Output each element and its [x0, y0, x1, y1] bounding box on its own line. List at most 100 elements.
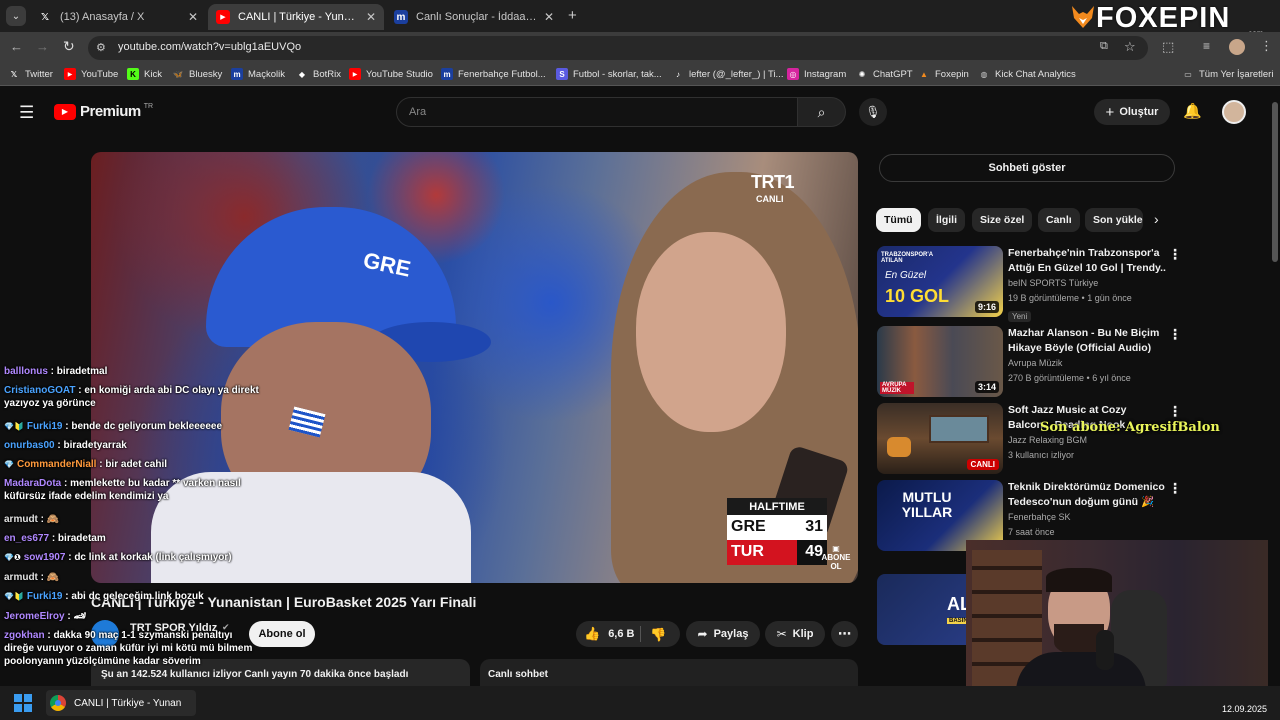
- mackolik-icon: m: [441, 68, 453, 80]
- youtube-logo[interactable]: ▶ Premium TR: [54, 103, 153, 120]
- page-scrollbar[interactable]: [1270, 92, 1280, 686]
- share-button[interactable]: ➦ Paylaş: [686, 621, 760, 647]
- live-chat-panel-header[interactable]: Canlı sohbet: [480, 659, 858, 689]
- bookmark-youtube-studio[interactable]: ▶ YouTube Studio: [349, 68, 433, 80]
- rec-menu-icon[interactable]: ⋮: [1168, 326, 1182, 343]
- rec-thumbnail[interactable]: TRABZONSPOR'A ATILAN En Güzel 10 GOL 9:1…: [877, 246, 1003, 317]
- media-control-icon[interactable]: ≡: [1203, 39, 1210, 53]
- bookmark-futbol-skorlar[interactable]: S Futbol - skorlar, tak...: [556, 68, 662, 80]
- browser-menu-icon[interactable]: ⋮: [1260, 38, 1273, 54]
- scoreboard-status: HALFTIME: [727, 498, 827, 515]
- profile-avatar[interactable]: [1229, 39, 1245, 55]
- chat-username[interactable]: onurbas00: [4, 440, 55, 451]
- bookmark-star-icon[interactable]: ☆: [1124, 39, 1136, 55]
- subscribe-overlay[interactable]: ▣ ABONE OL: [818, 544, 854, 571]
- chip-all[interactable]: Tümü: [876, 208, 921, 232]
- x-icon: 𝕏: [40, 11, 50, 23]
- site-info-icon[interactable]: ⚙: [96, 41, 106, 54]
- like-count: 6,6 B: [608, 628, 635, 640]
- chip-for-you[interactable]: Size özel: [972, 208, 1033, 232]
- rec-title-line-1: Fenerbahçe'nin Trabzonspor'a: [1008, 247, 1160, 259]
- chat-username[interactable]: CommanderNiall: [17, 459, 96, 470]
- chat-username[interactable]: armudt: [4, 514, 38, 525]
- search-button[interactable]: ⌕: [798, 97, 846, 127]
- chat-username[interactable]: Furki19: [27, 421, 63, 432]
- install-icon[interactable]: ⧉: [1100, 40, 1108, 53]
- chip-live[interactable]: Canlı: [1038, 208, 1080, 232]
- trt1-logo: TRT1: [751, 172, 795, 192]
- rec-menu-icon[interactable]: ⋮: [1168, 246, 1182, 263]
- like-button[interactable]: 👍 6,6 B: [584, 626, 634, 642]
- chatgpt-icon: ✺: [858, 69, 866, 79]
- chat-username[interactable]: zgokhan: [4, 630, 45, 641]
- bookmark-instagram[interactable]: ◎ Instagram: [787, 68, 846, 80]
- rec-menu-icon[interactable]: ⋮: [1168, 403, 1182, 420]
- chat-username[interactable]: armudt: [4, 572, 38, 583]
- taskbar-chrome-window[interactable]: CANLI | Türkiye - Yunan: [46, 690, 196, 716]
- bookmark-botrix[interactable]: ◆ BotRix: [296, 68, 341, 80]
- bookmark-kick-chat-analytics[interactable]: ◍ Kick Chat Analytics: [978, 68, 1076, 80]
- close-icon[interactable]: ✕: [188, 10, 198, 24]
- reload-icon[interactable]: ↻: [63, 38, 75, 55]
- chat-username[interactable]: CristianoGOAT: [4, 385, 75, 396]
- chat-username[interactable]: sow1907: [24, 552, 66, 563]
- rec-thumbnail[interactable]: CANLI: [877, 403, 1003, 474]
- team-a-row: GRE 31: [727, 515, 827, 540]
- back-icon[interactable]: ←: [10, 39, 23, 54]
- chips-next-icon[interactable]: ›: [1154, 211, 1159, 227]
- chip-recently-uploaded[interactable]: Son yükle: [1085, 208, 1143, 232]
- tab-youtube-live[interactable]: ▶ CANLI | Türkiye - Yunanistan | E ✕: [208, 4, 384, 30]
- chat-username[interactable]: JeromeElroy: [4, 611, 65, 622]
- scoreboard: HALFTIME GRE 31 TUR 49: [727, 498, 827, 566]
- chat-username[interactable]: en_es677: [4, 533, 49, 544]
- tab-twitter[interactable]: 𝕏 (13) Anasayfa / X ✕: [30, 4, 206, 30]
- chat-username[interactable]: Furki19: [27, 591, 63, 602]
- clip-button[interactable]: ✂ Klip: [765, 621, 825, 647]
- streamer-webcam: [966, 540, 1268, 686]
- chat-text: : 🏎: [64, 611, 87, 622]
- live-chat-title: Canlı sohbet: [488, 669, 549, 680]
- rec-info[interactable]: Teknik Direktörümüz Domenico Tedesco'nun…: [1008, 480, 1166, 540]
- chat-username[interactable]: MadaraDota: [4, 478, 61, 489]
- bookmark-twitter[interactable]: 𝕏 Twitter: [8, 68, 53, 80]
- show-chat-button[interactable]: Sohbeti göster: [879, 154, 1175, 182]
- new-tab-button[interactable]: +: [568, 7, 577, 24]
- forward-icon[interactable]: →: [36, 39, 49, 54]
- bookmark-tiktok-lefter[interactable]: ♪ lefter (@_lefter_) | Ti...: [672, 68, 783, 80]
- address-bar[interactable]: ⚙ youtube.com/watch?v=ublg1aEUVQo ⧉ ☆: [88, 36, 1148, 60]
- menu-icon[interactable]: ☰: [19, 103, 34, 123]
- chip-related[interactable]: İlgili: [928, 208, 965, 232]
- bookmark-chatgpt[interactable]: ✺ ChatGPT: [856, 68, 913, 80]
- bookmark-foxepin[interactable]: ▲ Foxepin: [918, 68, 969, 80]
- notifications-bell-icon[interactable]: 🔔: [1183, 102, 1202, 120]
- scrollbar-thumb[interactable]: [1272, 102, 1278, 262]
- close-icon[interactable]: ✕: [366, 10, 376, 24]
- chat-message: zgokhan : dakka 90 maç 1-1 szymanski pen…: [4, 629, 264, 668]
- rec-menu-icon[interactable]: ⋮: [1168, 480, 1182, 497]
- windows-start-icon[interactable]: [14, 694, 32, 712]
- search-input[interactable]: Ara: [396, 97, 798, 127]
- tab-search-button[interactable]: ⌄: [6, 6, 26, 26]
- bookmark-kick[interactable]: K Kick: [127, 68, 162, 80]
- chat-username[interactable]: balllonus: [4, 366, 48, 377]
- chat-message: armudt : 🙈: [4, 571, 264, 584]
- rec-info[interactable]: Fenerbahçe'nin Trabzonspor'a Attığı En G…: [1008, 246, 1166, 324]
- more-actions-button[interactable]: ⋯: [831, 621, 858, 647]
- tab-canli-sonuclar[interactable]: m Canlı Sonuçlar - İddaa Sonuçlar ✕: [386, 4, 562, 30]
- bookmark-youtube[interactable]: ▶ YouTube: [64, 68, 118, 80]
- bookmark-mackolik[interactable]: m Maçkolik: [231, 68, 285, 80]
- create-button[interactable]: + Oluştur: [1094, 99, 1170, 125]
- bookmark-fenerbahce-futbol[interactable]: m Fenerbahçe Futbol...: [441, 68, 546, 80]
- bookmark-bluesky[interactable]: 🦋 Bluesky: [172, 68, 222, 80]
- rec-title-line-1: Soft Jazz Music at Cozy: [1008, 404, 1127, 416]
- rec-thumbnail[interactable]: AVRUPA MÜZİK 3:14: [877, 326, 1003, 397]
- voice-search-button[interactable]: 🎙: [859, 98, 887, 126]
- extensions-icon[interactable]: ⬚: [1162, 39, 1174, 55]
- close-icon[interactable]: ✕: [544, 10, 554, 24]
- flashscore-icon: S: [556, 68, 568, 80]
- dislike-button[interactable]: 👎: [650, 626, 666, 644]
- all-bookmarks-folder[interactable]: ▭ Tüm Yer İşaretleri: [1182, 68, 1273, 80]
- divider: [640, 626, 641, 642]
- rec-info[interactable]: Mazhar Alanson - Bu Ne Biçim Hikaye Böyl…: [1008, 326, 1166, 386]
- account-avatar[interactable]: [1222, 100, 1246, 124]
